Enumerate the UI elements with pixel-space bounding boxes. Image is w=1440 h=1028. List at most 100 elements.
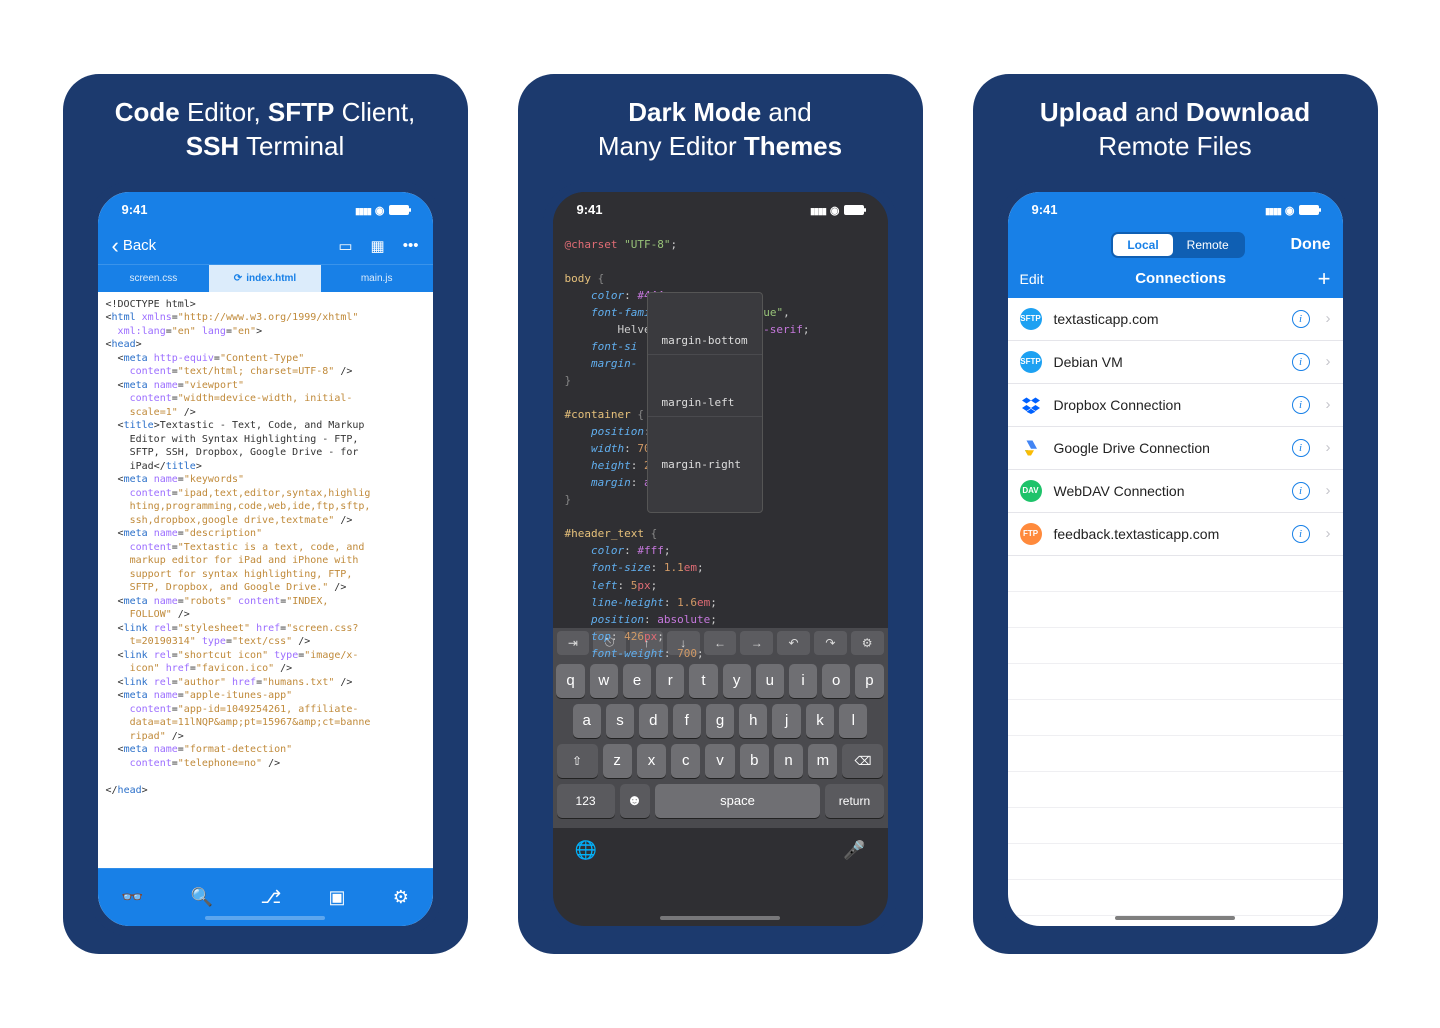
- key-s[interactable]: s: [606, 704, 634, 738]
- key-d[interactable]: d: [639, 704, 667, 738]
- key-⌫[interactable]: ⌫: [842, 744, 883, 778]
- segment-local[interactable]: Local: [1113, 234, 1172, 256]
- key-⇧[interactable]: ⇧: [557, 744, 598, 778]
- connection-row[interactable]: Dropbox Connectioni›: [1008, 384, 1343, 427]
- phone-editor: 9:41 Back ▭ ▦ ••• screen.css index.html …: [88, 182, 443, 936]
- connection-badge-icon: FTP: [1020, 523, 1042, 545]
- key-j[interactable]: j: [772, 704, 800, 738]
- code-editor[interactable]: <!DOCTYPE html> <html xmlns="http://www.…: [98, 292, 433, 832]
- key-t[interactable]: t: [689, 664, 717, 698]
- back-button[interactable]: Back: [112, 233, 157, 259]
- autocomplete-item[interactable]: margin-left: [648, 389, 762, 417]
- connection-row[interactable]: SFTPDebian VMi›: [1008, 341, 1343, 384]
- key-e[interactable]: e: [623, 664, 651, 698]
- key-u[interactable]: u: [756, 664, 784, 698]
- key-g[interactable]: g: [706, 704, 734, 738]
- file-tabs: screen.css index.html main.js: [98, 264, 433, 292]
- info-icon[interactable]: i: [1292, 396, 1310, 414]
- empty-rows: [1008, 556, 1343, 916]
- key-space[interactable]: space: [655, 784, 821, 818]
- key-i[interactable]: i: [789, 664, 817, 698]
- autocomplete-popup[interactable]: margin-bottom margin-left margin-right: [647, 292, 763, 514]
- info-icon[interactable]: i: [1292, 310, 1310, 328]
- key-v[interactable]: v: [705, 744, 734, 778]
- page-title: Connections: [1135, 270, 1226, 287]
- connection-badge-icon: DAV: [1020, 480, 1042, 502]
- key-n[interactable]: n: [774, 744, 803, 778]
- key-return[interactable]: return: [825, 784, 883, 818]
- key-z[interactable]: z: [603, 744, 632, 778]
- done-button[interactable]: Done: [1291, 236, 1331, 254]
- accessory-key[interactable]: →: [740, 631, 773, 655]
- connection-name: feedback.textasticapp.com: [1054, 526, 1280, 542]
- terminal-icon[interactable]: ▣: [328, 887, 345, 908]
- home-indicator: [660, 916, 780, 920]
- card-title: Code Editor, SFTP Client,SSH Terminal: [115, 96, 416, 164]
- info-icon[interactable]: i: [1292, 439, 1310, 457]
- screenshot-card-2: Dark Mode andMany Editor Themes 9:41 @ch…: [518, 74, 923, 954]
- signal-icon: [1265, 202, 1281, 217]
- tab-screen-css[interactable]: screen.css: [98, 265, 210, 292]
- bottom-toolbar: 👓 🔍 ⎇ ▣ ⚙: [98, 868, 433, 926]
- key-emoji[interactable]: ☻: [620, 784, 650, 818]
- signal-icon: [810, 202, 826, 217]
- nav-bar: Back ▭ ▦ •••: [98, 228, 433, 264]
- status-time: 9:41: [577, 202, 603, 217]
- edit-button[interactable]: Edit: [1020, 271, 1044, 287]
- key-m[interactable]: m: [808, 744, 837, 778]
- accessory-key[interactable]: ↶: [777, 631, 810, 655]
- screen-icon[interactable]: ▭: [338, 237, 352, 255]
- accessory-key[interactable]: ↷: [814, 631, 847, 655]
- tab-index-html[interactable]: index.html: [209, 265, 321, 292]
- connection-row[interactable]: SFTPtextasticapp.comi›: [1008, 298, 1343, 341]
- globe-icon[interactable]: 🌐: [575, 840, 597, 861]
- accessory-key[interactable]: ⚙: [851, 631, 884, 655]
- key-h[interactable]: h: [739, 704, 767, 738]
- key-b[interactable]: b: [740, 744, 769, 778]
- preview-icon[interactable]: 👓: [121, 887, 143, 908]
- connection-name: Dropbox Connection: [1054, 397, 1280, 413]
- add-button[interactable]: +: [1318, 266, 1331, 292]
- key-o[interactable]: o: [822, 664, 850, 698]
- status-time: 9:41: [122, 202, 148, 217]
- key-w[interactable]: w: [590, 664, 618, 698]
- wifi-icon: [375, 202, 385, 217]
- connection-badge-icon: [1020, 437, 1042, 459]
- code-editor-dark[interactable]: @charset "UTF-8"; body { color: #444; fo…: [553, 228, 888, 628]
- key-123[interactable]: 123: [557, 784, 615, 818]
- battery-icon: [389, 205, 409, 215]
- connection-badge-icon: SFTP: [1020, 308, 1042, 330]
- connection-name: Google Drive Connection: [1054, 440, 1280, 456]
- connection-badge-icon: SFTP: [1020, 351, 1042, 373]
- more-icon[interactable]: •••: [403, 237, 419, 255]
- key-l[interactable]: l: [839, 704, 867, 738]
- autocomplete-item[interactable]: margin-right: [648, 451, 762, 478]
- connection-row[interactable]: DAVWebDAV Connectioni›: [1008, 470, 1343, 513]
- key-r[interactable]: r: [656, 664, 684, 698]
- connection-name: textasticapp.com: [1054, 311, 1280, 327]
- tab-main-js[interactable]: main.js: [321, 265, 433, 292]
- search-icon[interactable]: 🔍: [191, 887, 213, 908]
- key-y[interactable]: y: [723, 664, 751, 698]
- segment-remote[interactable]: Remote: [1173, 234, 1243, 256]
- connection-name: Debian VM: [1054, 354, 1280, 370]
- screenshot-card-3: Upload and DownloadRemote Files 9:41 Loc…: [973, 74, 1378, 954]
- autocomplete-item[interactable]: margin-bottom: [648, 327, 762, 355]
- local-remote-segment[interactable]: Local Remote: [1111, 232, 1244, 258]
- key-x[interactable]: x: [637, 744, 666, 778]
- connection-row[interactable]: Google Drive Connectioni›: [1008, 427, 1343, 470]
- battery-icon: [1299, 205, 1319, 215]
- key-c[interactable]: c: [671, 744, 700, 778]
- key-p[interactable]: p: [855, 664, 883, 698]
- key-a[interactable]: a: [573, 704, 601, 738]
- key-k[interactable]: k: [806, 704, 834, 738]
- info-icon[interactable]: i: [1292, 482, 1310, 500]
- settings-icon[interactable]: ⚙: [393, 887, 409, 908]
- connection-row[interactable]: FTPfeedback.textasticapp.comi›: [1008, 513, 1343, 556]
- key-f[interactable]: f: [673, 704, 701, 738]
- info-icon[interactable]: i: [1292, 525, 1310, 543]
- info-icon[interactable]: i: [1292, 353, 1310, 371]
- symbols-icon[interactable]: ▦: [371, 237, 385, 255]
- mic-icon[interactable]: 🎤: [843, 840, 865, 861]
- structure-icon[interactable]: ⎇: [260, 887, 281, 908]
